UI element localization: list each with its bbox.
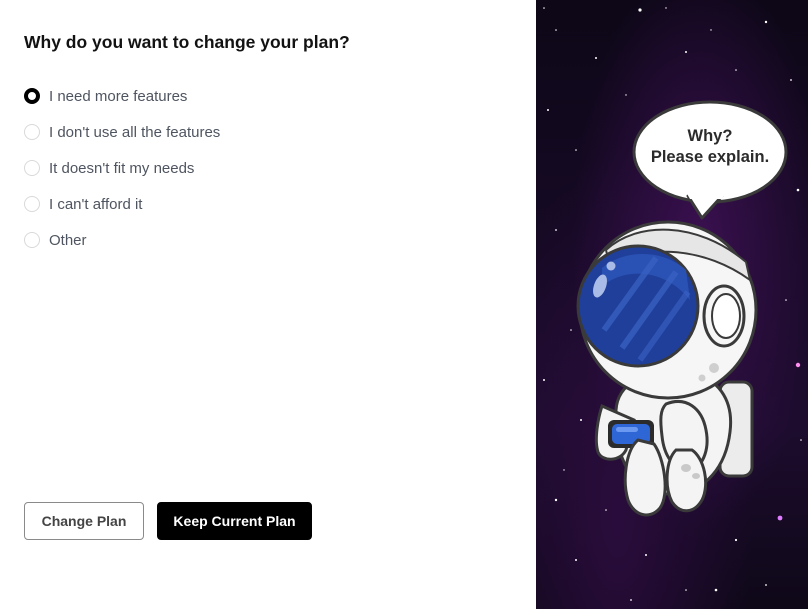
radio-unselected-icon[interactable] <box>24 232 40 248</box>
reason-radio-group: I need more features I don't use all the… <box>24 78 220 258</box>
survey-panel: Why do you want to change your plan? I n… <box>0 0 536 609</box>
speech-bubble-line1: Why? <box>687 127 733 145</box>
reason-option[interactable]: I don't use all the features <box>24 114 220 150</box>
reason-option-label: I don't use all the features <box>49 123 221 141</box>
keep-current-plan-button[interactable]: Keep Current Plan <box>157 502 312 540</box>
change-plan-button[interactable]: Change Plan <box>24 502 144 540</box>
reason-option-label: Other <box>49 231 87 249</box>
reason-option[interactable]: I need more features <box>24 78 220 114</box>
radio-unselected-icon[interactable] <box>24 160 40 176</box>
astronaut-illustration <box>543 7 802 601</box>
radio-unselected-icon[interactable] <box>24 124 40 140</box>
astronaut-helmet <box>576 220 758 400</box>
modal-actions: Change Plan Keep Current Plan <box>24 502 312 540</box>
speech-bubble-text: Why? Please explain. <box>636 126 784 168</box>
reason-option[interactable]: I can't afford it <box>24 186 220 222</box>
reason-option-label: I can't afford it <box>49 195 143 213</box>
reason-option[interactable]: It doesn't fit my needs <box>24 150 220 186</box>
radio-selected-icon[interactable] <box>24 88 40 104</box>
speech-bubble-line2: Please explain. <box>650 148 770 166</box>
change-plan-modal: Why do you want to change your plan? I n… <box>0 0 808 609</box>
radio-unselected-icon[interactable] <box>24 196 40 212</box>
reason-option-label: I need more features <box>49 87 188 105</box>
reason-option-label: It doesn't fit my needs <box>49 159 195 177</box>
space-illustration-panel: Why? Please explain. <box>536 0 808 609</box>
survey-title: Why do you want to change your plan? <box>24 32 350 52</box>
reason-option[interactable]: Other <box>24 222 220 258</box>
